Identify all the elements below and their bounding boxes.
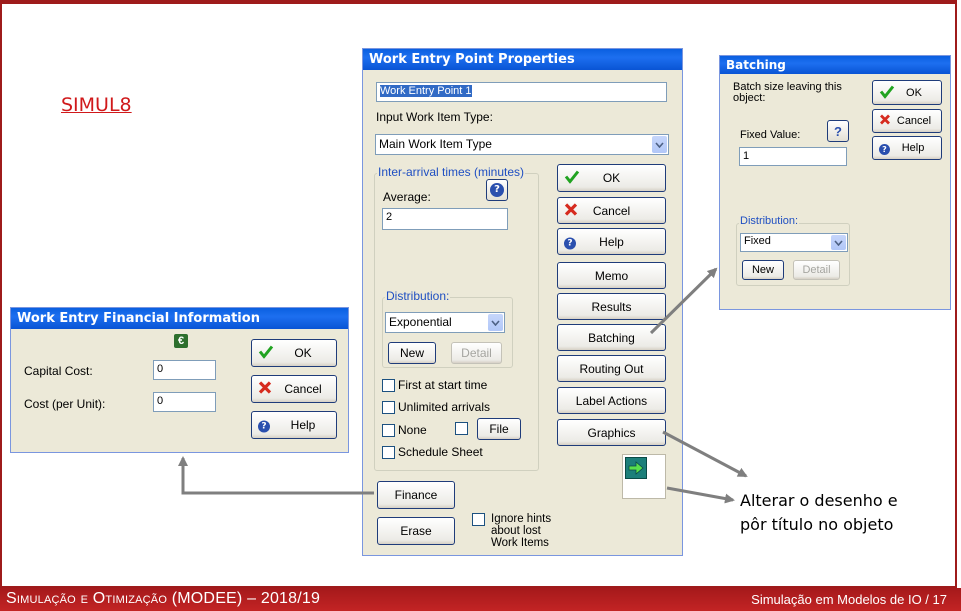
batching-distribution-value: Fixed	[744, 235, 771, 247]
average-help-button[interactable]: ?	[486, 179, 508, 201]
blue-question-icon: ?	[564, 234, 576, 249]
ok-button[interactable]: OK	[557, 164, 666, 192]
ok-button[interactable]: OK	[872, 80, 942, 105]
interarrival-label: Inter-arrival times (minutes)	[377, 165, 526, 179]
graphics-button[interactable]: Graphics	[557, 419, 666, 446]
footer-page: Simulação em Modelos de IO / 17	[751, 592, 947, 607]
batching-detail-button[interactable]: Detail	[793, 260, 840, 280]
batching-dialog: Batching Batch size leaving this object:…	[719, 55, 951, 310]
routing-out-button[interactable]: Routing Out	[557, 355, 666, 382]
distribution-value: Exponential	[389, 315, 452, 329]
unlimited-arrivals-label: Unlimited arrivals	[398, 400, 491, 414]
blue-question-icon: ?	[879, 141, 890, 155]
help-label: Help	[290, 418, 316, 432]
cancel-label: Cancel	[592, 203, 631, 218]
ignore-hints-label: Ignore hints about lost Work Items	[491, 513, 551, 549]
fixed-value-label: Fixed Value:	[740, 129, 801, 141]
red-x-icon	[258, 381, 272, 398]
batching-new-button[interactable]: New	[742, 260, 784, 280]
blue-question-icon: ?	[258, 418, 270, 433]
cost-per-unit-label: Cost (per Unit):	[24, 397, 106, 411]
input-type-select[interactable]: Main Work Item Type	[375, 134, 669, 155]
red-x-icon	[879, 114, 891, 129]
capital-cost-input[interactable]: 0	[153, 360, 216, 380]
batch-size-line: object:	[733, 92, 766, 104]
chevron-down-icon[interactable]	[488, 314, 503, 331]
erase-button[interactable]: Erase	[377, 517, 455, 545]
schedule-sheet-label: Schedule Sheet	[398, 445, 483, 459]
green-check-icon	[879, 84, 895, 101]
ignore-hints-line: Work Items	[491, 537, 549, 549]
dialog-title: Work Entry Point Properties	[363, 49, 682, 70]
help-button[interactable]: ? Help	[872, 136, 942, 160]
help-button[interactable]: ? Help	[251, 411, 337, 439]
batching-help-button[interactable]: ?	[827, 120, 849, 142]
work-entry-point-dialog: Work Entry Point Properties Work Entry P…	[362, 48, 683, 556]
file-button[interactable]: File	[477, 418, 521, 440]
cancel-button[interactable]: Cancel	[872, 109, 942, 133]
first-at-start-label: First at start time	[398, 378, 488, 392]
chevron-down-icon[interactable]	[831, 235, 846, 250]
cancel-button[interactable]: Cancel	[251, 375, 337, 403]
ok-label: OK	[602, 171, 621, 185]
green-check-icon	[258, 345, 274, 362]
ok-label: OK	[906, 86, 922, 99]
batching-distribution-select[interactable]: Fixed	[740, 233, 848, 252]
none-label: None	[398, 423, 427, 437]
annotation-text: Alterar o desenho e pôr título no objeto	[740, 489, 898, 537]
object-name-field[interactable]: Work Entry Point 1	[376, 82, 667, 102]
input-type-value: Main Work Item Type	[379, 137, 492, 151]
batching-distribution-label: Distribution:	[739, 215, 800, 227]
fixed-value-input[interactable]: 1	[739, 147, 847, 166]
financial-info-dialog: Work Entry Financial Information € Capit…	[10, 307, 349, 453]
batching-button[interactable]: Batching	[557, 324, 666, 351]
dialog-title: Batching	[720, 56, 950, 74]
unlimited-arrivals-checkbox[interactable]	[382, 401, 395, 414]
file-checkbox[interactable]	[455, 422, 468, 435]
ignore-hints-line: about lost	[491, 525, 541, 537]
red-x-icon	[564, 202, 578, 219]
capital-cost-label: Capital Cost:	[24, 364, 93, 378]
help-label: Help	[901, 142, 925, 154]
distribution-label: Distribution:	[385, 289, 451, 303]
euro-icon: €	[174, 334, 188, 348]
chevron-down-icon[interactable]	[652, 136, 667, 153]
cancel-button[interactable]: Cancel	[557, 197, 666, 224]
batch-size-label: Batch size leaving this object:	[733, 82, 842, 104]
label-actions-button[interactable]: Label Actions	[557, 387, 666, 414]
distribution-select[interactable]: Exponential	[385, 312, 505, 333]
slide-footer: Simulação e Otimização (MODEE) – 2018/19…	[0, 588, 961, 611]
annotation-line: Alterar o desenho e	[740, 491, 898, 510]
question-icon: ?	[490, 183, 504, 197]
average-input[interactable]: 2	[382, 208, 508, 230]
average-label: Average:	[383, 190, 431, 204]
footer-course: Simulação e Otimização (MODEE) – 2018/19	[6, 590, 321, 607]
graphics-preview[interactable]	[622, 454, 666, 499]
cancel-label: Cancel	[896, 115, 932, 127]
memo-button[interactable]: Memo	[557, 262, 666, 289]
ignore-hints-line: Ignore hints	[491, 513, 552, 525]
none-checkbox[interactable]	[382, 424, 395, 437]
cost-per-unit-input[interactable]: 0	[153, 392, 216, 412]
new-distribution-button[interactable]: New	[388, 342, 436, 364]
schedule-sheet-checkbox[interactable]	[382, 446, 395, 459]
slide-heading[interactable]: SIMUL8	[61, 94, 132, 116]
input-type-label: Input Work Item Type:	[376, 110, 493, 124]
results-button[interactable]: Results	[557, 293, 666, 320]
ignore-hints-checkbox[interactable]	[472, 513, 485, 526]
help-button[interactable]: ? Help	[557, 228, 666, 255]
dialog-title: Work Entry Financial Information	[11, 308, 348, 329]
finance-button[interactable]: Finance	[377, 481, 455, 509]
cancel-label: Cancel	[284, 382, 322, 396]
object-name-value: Work Entry Point 1	[380, 85, 472, 97]
detail-button[interactable]: Detail	[451, 342, 502, 364]
annotation-line: pôr título no objeto	[740, 515, 894, 534]
first-at-start-checkbox[interactable]	[382, 379, 395, 392]
ok-label: OK	[294, 346, 312, 360]
ok-button[interactable]: OK	[251, 339, 337, 367]
green-check-icon	[564, 170, 580, 187]
help-label: Help	[599, 234, 624, 249]
green-arrow-icon	[625, 457, 647, 479]
